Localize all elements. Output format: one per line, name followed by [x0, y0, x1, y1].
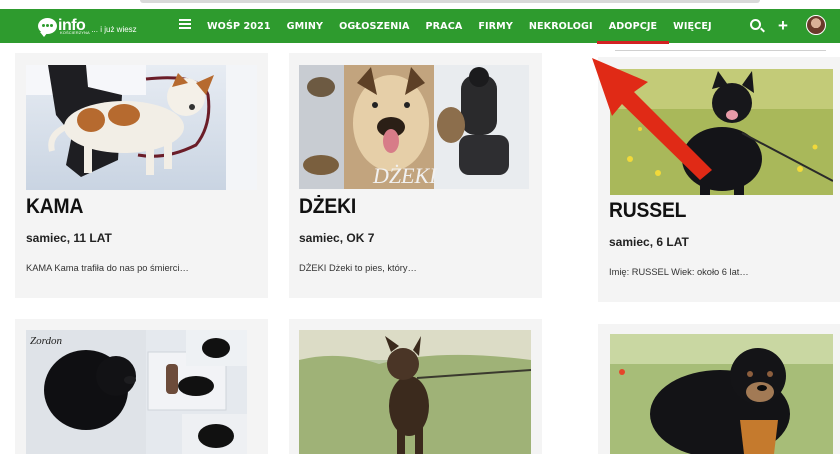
menu-item-ogloszenia[interactable]: OGŁOSZENIA	[339, 21, 409, 32]
menu-item-gminy[interactable]: GMINY	[287, 21, 323, 32]
card-title[interactable]: RUSSEL	[609, 199, 686, 223]
menu-item-wiecej[interactable]: WIĘCEJ	[673, 21, 711, 32]
adoption-card-5[interactable]	[289, 319, 542, 454]
menu-item-adopcje[interactable]: ADOPCJE	[596, 21, 670, 44]
card-excerpt: Imię: RUSSEL Wiek: około 6 lat…	[609, 267, 749, 277]
adoption-card-4[interactable]: Zordon	[15, 319, 268, 454]
logo-tagline: ... i już wiesz	[91, 24, 137, 34]
dog-photo-dzeki[interactable]: DŻEKI	[299, 65, 529, 189]
card-excerpt: KAMA Kama trafiła do nas po śmierci…	[26, 263, 189, 273]
chat-bubble-icon	[38, 18, 57, 37]
photo-caption: DŻEKI	[372, 163, 438, 188]
card-meta: samiec, OK 7	[299, 231, 375, 245]
menu-item-praca[interactable]: PRACA	[426, 21, 463, 32]
main-menu: WOŚP 2021 GMINY OGŁOSZENIA PRACA FIRMY N…	[207, 9, 728, 44]
site-logo[interactable]: info KOŚCIERZYNA ... i już wiesz	[38, 14, 137, 38]
adoption-card-russel[interactable]: RUSSEL samiec, 6 LAT Imię: RUSSEL Wiek: …	[598, 57, 840, 302]
dog-photo-6[interactable]	[610, 334, 833, 454]
adoption-card-kama[interactable]: KAMA samiec, 11 LAT KAMA Kama trafiła do…	[15, 53, 268, 298]
hamburger-menu-icon[interactable]	[179, 19, 191, 29]
add-plus-icon[interactable]: +	[778, 17, 788, 34]
photo-caption: Zordon	[30, 335, 62, 347]
adoption-card-dzeki[interactable]: DŻEKI DŻEKI samiec, OK 7 DŻEKI Dżeki to …	[289, 53, 542, 298]
card-title[interactable]: DŻEKI	[299, 195, 356, 219]
search-icon[interactable]	[750, 19, 761, 30]
dog-photo-kama[interactable]	[26, 65, 257, 190]
main-navbar: info KOŚCIERZYNA ... i już wiesz WOŚP 20…	[0, 9, 840, 44]
card-title[interactable]: KAMA	[26, 195, 83, 219]
card-meta: samiec, 6 LAT	[609, 235, 689, 249]
adoption-card-6[interactable]	[598, 324, 840, 454]
logo-subtitle: KOŚCIERZYNA	[60, 30, 90, 35]
menu-item-wosp[interactable]: WOŚP 2021	[207, 21, 271, 32]
dog-photo-5[interactable]	[299, 330, 531, 454]
dog-photo-4[interactable]: Zordon	[26, 330, 247, 454]
menu-item-firmy[interactable]: FIRMY	[478, 21, 513, 32]
nav-icon-group: +	[740, 9, 840, 43]
separator-line	[615, 50, 826, 51]
user-avatar[interactable]	[806, 15, 826, 35]
menu-item-nekrologi[interactable]: NEKROLOGI	[529, 21, 593, 32]
top-strip-bar	[140, 0, 760, 3]
dog-photo-russel[interactable]	[610, 69, 833, 195]
browser-top-strip	[0, 0, 840, 9]
card-meta: samiec, 11 LAT	[26, 231, 112, 245]
card-excerpt: DŻEKI Dżeki to pies, który…	[299, 263, 417, 273]
